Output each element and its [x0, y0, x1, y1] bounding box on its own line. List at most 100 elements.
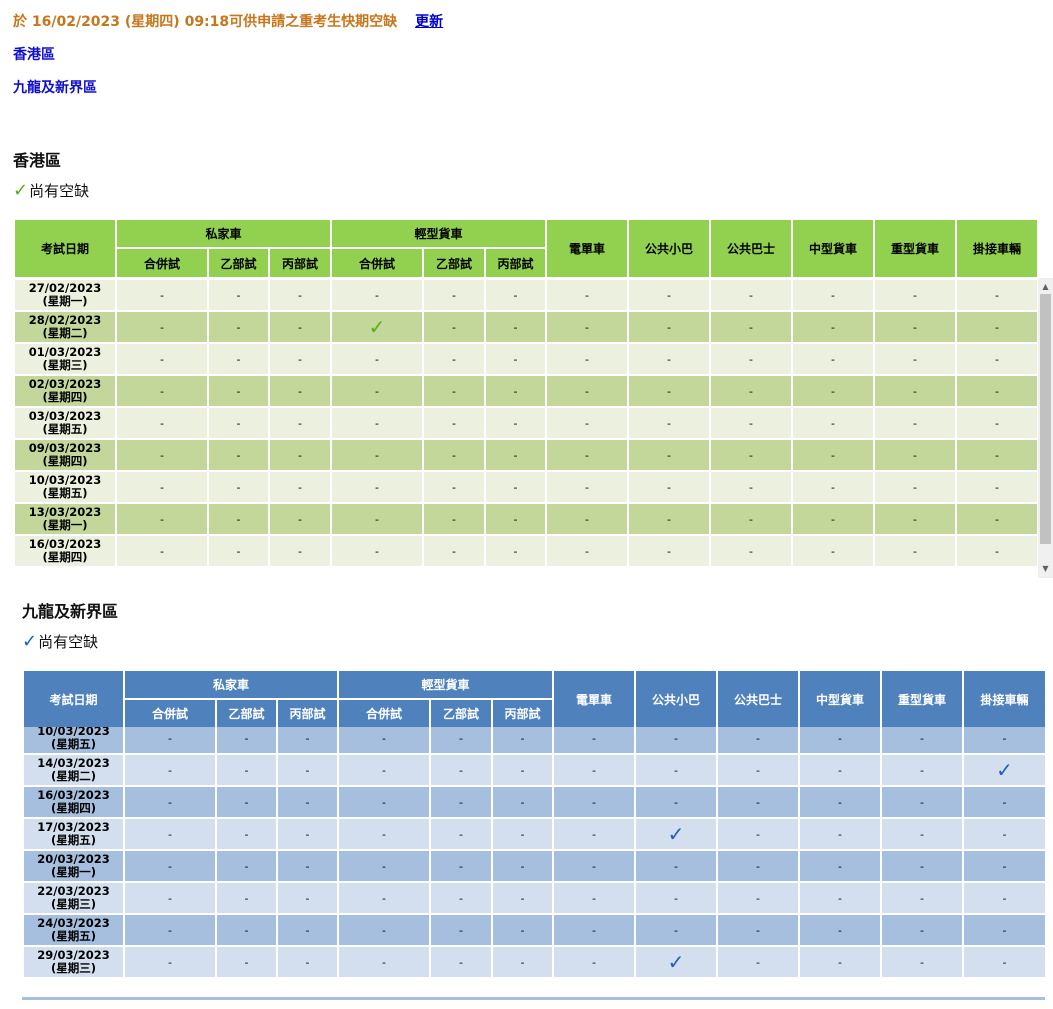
no-vacancy-cell: - — [552, 817, 636, 851]
kl-table-row: 22/03/2023 (星期三) - - - - - - - - - - - - — [22, 881, 1045, 915]
no-vacancy-cell: - — [798, 945, 882, 979]
exam-date: 17/03/2023 — [37, 820, 110, 834]
no-vacancy-cell: - — [552, 881, 636, 915]
no-vacancy-cell: - — [955, 470, 1039, 504]
no-vacancy-cell: - — [955, 438, 1039, 472]
no-vacancy-cell: - — [873, 342, 957, 376]
no-vacancy-cell: - — [215, 881, 278, 915]
col-bus: 公共巴士 — [709, 218, 793, 279]
no-vacancy-cell: - — [123, 881, 217, 915]
no-vacancy-cell: - — [123, 945, 217, 979]
no-vacancy-cell: - — [123, 753, 217, 787]
kl-table-scroll-area[interactable]: 10/03/2023 (星期五) - - - - - - - - - - - -14/03/2023 (星期… — [22, 727, 1045, 999]
col-private-combined: 合併試 — [123, 698, 217, 729]
kl-table-bottom-edge — [22, 997, 1045, 1000]
no-vacancy-cell: - — [798, 753, 882, 787]
kl-table-row: 20/03/2023 (星期一) - - - - - - - - - - - - — [22, 849, 1045, 883]
no-vacancy-cell: - — [545, 534, 629, 568]
no-vacancy-cell: - — [545, 406, 629, 440]
no-vacancy-cell: - — [429, 753, 493, 787]
kl-table-row: 14/03/2023 (星期二) - - - - - - - - - - - ✓ — [22, 753, 1045, 787]
no-vacancy-cell: - — [709, 470, 793, 504]
no-vacancy-cell: - — [484, 342, 547, 376]
no-vacancy-cell: - — [552, 753, 636, 787]
no-vacancy-cell: - — [115, 438, 209, 472]
exam-weekday: (星期五) — [50, 929, 96, 943]
exam-weekday: (星期四) — [50, 801, 96, 815]
col-private-c: 丙部試 — [276, 698, 339, 729]
no-vacancy-cell: - — [627, 502, 711, 536]
scroll-thumb[interactable] — [1040, 294, 1051, 544]
no-vacancy-cell: - — [422, 374, 486, 408]
no-vacancy-cell: - — [791, 342, 875, 376]
no-vacancy-cell: - — [634, 849, 718, 883]
no-vacancy-cell: - — [545, 342, 629, 376]
col-lgv-c: 丙部試 — [484, 247, 547, 279]
hk-table-row: 16/03/2023 (星期四) - - - - - - - - - - - - — [13, 534, 1039, 568]
no-vacancy-cell: - — [268, 470, 332, 504]
exam-date: 22/03/2023 — [37, 884, 110, 898]
no-vacancy-cell: - — [709, 374, 793, 408]
no-vacancy-cell: - — [552, 727, 636, 755]
no-vacancy-cell: - — [276, 817, 339, 851]
exam-weekday: (星期三) — [50, 961, 96, 975]
exam-date-cell: 20/03/2023 (星期一) — [22, 849, 125, 883]
hk-vertical-scrollbar[interactable]: ▲ ▼ — [1038, 278, 1053, 578]
no-vacancy-cell: - — [123, 913, 217, 947]
no-vacancy-cell: - — [955, 374, 1039, 408]
no-vacancy-cell: - — [962, 913, 1045, 947]
no-vacancy-cell: - — [716, 881, 800, 915]
no-vacancy-cell: - — [268, 502, 332, 536]
exam-date-cell: 01/03/2023 (星期三) — [13, 342, 117, 376]
col-group-private: 私家車 — [123, 669, 339, 700]
no-vacancy-cell: - — [207, 374, 270, 408]
no-vacancy-cell: - — [627, 374, 711, 408]
no-vacancy-cell: - — [880, 849, 964, 883]
exam-date-cell: 17/03/2023 (星期五) — [22, 817, 125, 851]
no-vacancy-cell: - — [115, 502, 209, 536]
no-vacancy-cell: - — [791, 502, 875, 536]
kl-table-row: 16/03/2023 (星期四) - - - - - - - - - - - - — [22, 785, 1045, 819]
no-vacancy-cell: - — [634, 727, 718, 755]
scroll-up-icon[interactable]: ▲ — [1038, 280, 1053, 294]
no-vacancy-cell: - — [330, 406, 424, 440]
no-vacancy-cell: - — [955, 534, 1039, 568]
no-vacancy-cell: - — [545, 278, 629, 312]
no-vacancy-cell: - — [422, 278, 486, 312]
no-vacancy-cell: - — [962, 727, 1045, 755]
hk-table-row: 01/03/2023 (星期三) - - - - - - - - - - - - — [13, 342, 1039, 376]
exam-weekday: (星期五) — [42, 422, 88, 436]
no-vacancy-cell: - — [873, 374, 957, 408]
nav-link-hk[interactable]: 香港區 — [13, 44, 55, 64]
col-mgv: 中型貨車 — [798, 669, 882, 729]
no-vacancy-cell: - — [880, 881, 964, 915]
col-group-private: 私家車 — [115, 218, 332, 249]
hk-table-scroll-area[interactable]: 27/02/2023 (星期一) - - - - - - - - - - - -28/02/2023 (星期… — [13, 278, 1053, 578]
no-vacancy-cell: - — [115, 470, 209, 504]
exam-date: 20/03/2023 — [37, 852, 110, 866]
no-vacancy-cell: - — [484, 470, 547, 504]
no-vacancy-cell: - — [627, 534, 711, 568]
kl-table-row: 24/03/2023 (星期五) - - - - - - - - - - - - — [22, 913, 1045, 947]
exam-weekday: (星期五) — [50, 737, 96, 751]
no-vacancy-cell: - — [955, 278, 1039, 312]
no-vacancy-cell: - — [422, 310, 486, 344]
no-vacancy-cell: - — [873, 502, 957, 536]
no-vacancy-cell: - — [709, 342, 793, 376]
no-vacancy-cell: - — [873, 534, 957, 568]
col-motorcycle: 電單車 — [552, 669, 636, 729]
no-vacancy-cell: - — [215, 753, 278, 787]
exam-weekday: (星期一) — [42, 294, 88, 308]
no-vacancy-cell: - — [276, 913, 339, 947]
no-vacancy-cell: - — [207, 470, 270, 504]
no-vacancy-cell: - — [716, 727, 800, 755]
vacancy-check-icon: ✓ — [962, 753, 1045, 787]
no-vacancy-cell: - — [545, 310, 629, 344]
nav-link-kln[interactable]: 九龍及新界區 — [13, 77, 97, 97]
no-vacancy-cell: - — [709, 502, 793, 536]
kl-legend: ✓尚有空缺 — [22, 631, 98, 652]
scroll-down-icon[interactable]: ▼ — [1038, 562, 1053, 576]
refresh-link[interactable]: 更新 — [415, 14, 443, 30]
no-vacancy-cell: - — [276, 849, 339, 883]
no-vacancy-cell: - — [880, 945, 964, 979]
